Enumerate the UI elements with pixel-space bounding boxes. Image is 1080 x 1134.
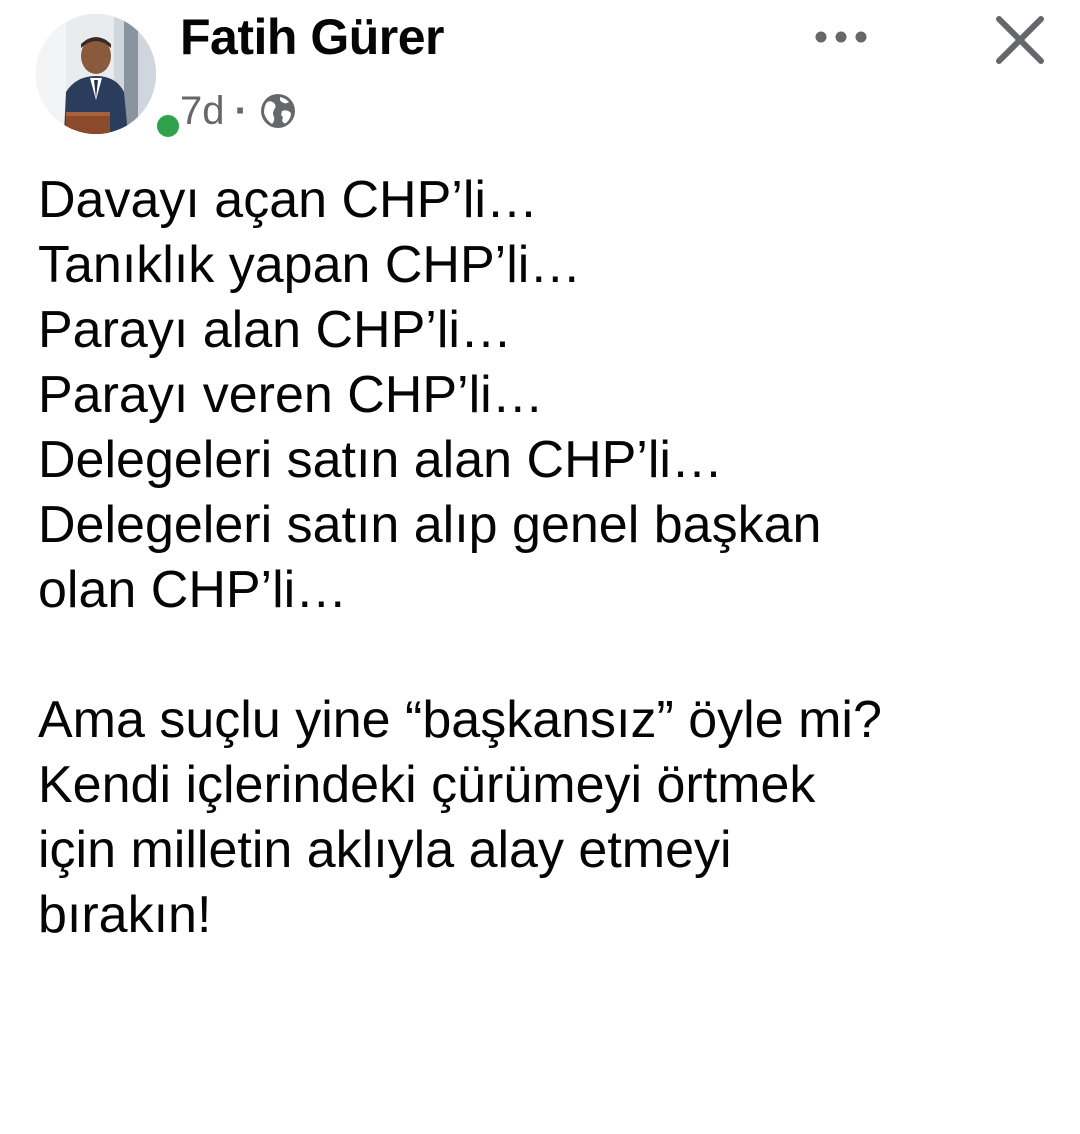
avatar[interactable] — [36, 14, 156, 134]
post-line: için milletin aklıyla alay etmeyi — [38, 821, 732, 879]
post-line: Parayı alan CHP’li… — [38, 301, 512, 359]
post-meta: 7d · — [180, 86, 298, 136]
post-line: Tanıklık yapan CHP’li… — [38, 236, 582, 294]
more-dots-icon — [815, 31, 867, 43]
post-line: olan CHP’li… — [38, 561, 348, 619]
post-timestamp[interactable]: 7d — [180, 89, 225, 134]
post-line-blank — [38, 623, 1058, 688]
author-name[interactable]: Fatih Gürer — [180, 8, 444, 66]
close-button[interactable] — [988, 8, 1052, 72]
post-line: Delegeleri satın alan CHP’li… — [38, 431, 723, 489]
post-text: Davayı açan CHP’li… Tanıklık yapan CHP’l… — [38, 168, 1058, 948]
author-avatar-wrap[interactable] — [36, 14, 184, 142]
post-header: Fatih Gürer 7d · — [0, 0, 1080, 150]
post-line: bırakın! — [38, 886, 212, 944]
post-line: Parayı veren CHP’li… — [38, 366, 544, 424]
avatar-photo — [36, 14, 156, 134]
globe-icon[interactable] — [258, 91, 298, 131]
post-line: Ama suçlu yine “başkansız” öyle mi? — [38, 691, 882, 749]
post-line: Davayı açan CHP’li… — [38, 171, 538, 229]
more-options-button[interactable] — [806, 12, 876, 62]
close-icon — [996, 16, 1044, 64]
meta-separator: · — [234, 88, 248, 133]
post-line: Kendi içlerindeki çürümeyi örtmek — [38, 756, 816, 814]
post-line: Delegeleri satın alıp genel başkan — [38, 496, 822, 554]
